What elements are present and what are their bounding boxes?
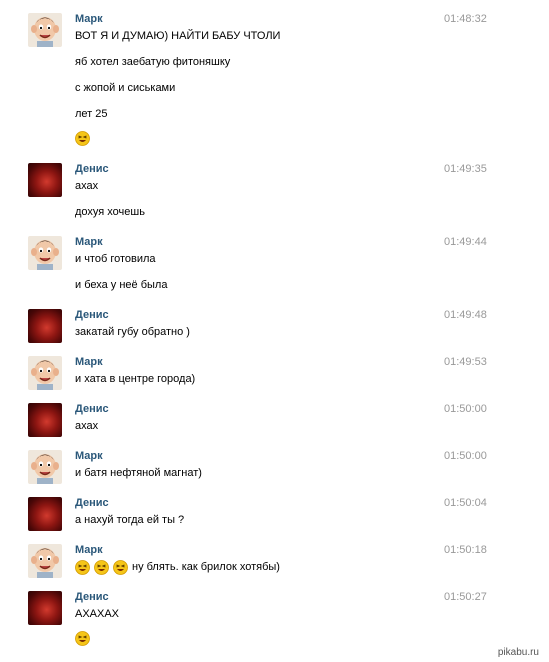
author-name[interactable]: Марк (75, 13, 103, 26)
emoji-line (75, 631, 94, 646)
watermark: pikabu.ru (497, 647, 539, 658)
message-text: дохуя хочешь (75, 206, 145, 218)
avatar-denis[interactable] (28, 497, 62, 531)
message-text: и чтоб готовила (75, 253, 156, 265)
message-text: и беха у неё была (75, 279, 168, 291)
laughing-emoji-icon (75, 631, 90, 646)
timestamp[interactable]: 01:50:00 (444, 450, 487, 463)
timestamp[interactable]: 01:50:27 (444, 591, 487, 604)
timestamp[interactable]: 01:50:18 (444, 544, 487, 557)
laughing-emoji-icon (94, 560, 109, 575)
author-name[interactable]: Денис (75, 163, 109, 176)
avatar-marc[interactable] (28, 544, 62, 578)
message-text: ВОТ Я И ДУМАЮ) НАЙТИ БАБУ ЧТОЛИ (75, 30, 281, 42)
avatar-denis[interactable] (28, 163, 62, 197)
author-name[interactable]: Денис (75, 497, 109, 510)
message-text: ахах (75, 420, 99, 432)
avatar-denis[interactable] (28, 403, 62, 437)
timestamp[interactable]: 01:48:32 (444, 13, 487, 26)
author-name[interactable]: Марк (75, 236, 103, 249)
timestamp[interactable]: 01:50:04 (444, 497, 487, 510)
emoji-line (75, 131, 94, 146)
message-text: лет 25 (75, 108, 108, 120)
timestamp[interactable]: 01:50:00 (444, 403, 487, 416)
avatar-marc[interactable] (28, 450, 62, 484)
timestamp[interactable]: 01:49:48 (444, 309, 487, 322)
avatar-denis[interactable] (28, 591, 62, 625)
message-text: АХАХАХ (75, 608, 120, 620)
message-text-with-emoji: ну блять. как брилок хотябы) (75, 560, 280, 575)
avatar-denis[interactable] (28, 309, 62, 343)
message-text: ну блять. как брилок хотябы) (132, 561, 280, 573)
avatar-marc[interactable] (28, 13, 62, 47)
author-name[interactable]: Марк (75, 544, 103, 557)
message-text: закатай губу обратно ) (75, 326, 190, 338)
message-text: с жопой и сиськами (75, 82, 176, 94)
author-name[interactable]: Денис (75, 591, 109, 604)
author-name[interactable]: Марк (75, 450, 103, 463)
message-text: ахах (75, 180, 99, 192)
laughing-emoji-icon (75, 131, 90, 146)
message-text: яб хотел заебатую фитоняшку (75, 56, 231, 68)
avatar-marc[interactable] (28, 236, 62, 270)
avatar-marc[interactable] (28, 356, 62, 390)
timestamp[interactable]: 01:49:44 (444, 236, 487, 249)
message-text: и батя нефтяной магнат) (75, 467, 202, 479)
author-name[interactable]: Марк (75, 356, 103, 369)
laughing-emoji-icon (75, 560, 90, 575)
author-name[interactable]: Денис (75, 309, 109, 322)
message-text: и хата в центре города) (75, 373, 196, 385)
author-name[interactable]: Денис (75, 403, 109, 416)
laughing-emoji-icon (113, 560, 128, 575)
message-text: а нахуй тогда ей ты ? (75, 514, 185, 526)
timestamp[interactable]: 01:49:35 (444, 163, 487, 176)
timestamp[interactable]: 01:49:53 (444, 356, 487, 369)
